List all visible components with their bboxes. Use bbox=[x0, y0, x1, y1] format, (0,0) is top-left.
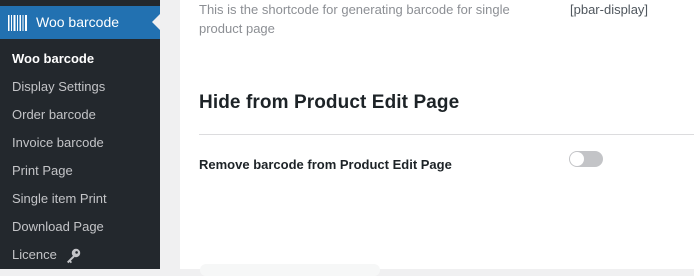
menu-title: Woo barcode bbox=[36, 14, 120, 30]
admin-sidebar: Woo barcode Woo barcode Display Settings… bbox=[0, 0, 160, 269]
submenu-item-label: Single item Print bbox=[12, 191, 107, 206]
submenu-item-woo-barcode[interactable]: Woo barcode bbox=[0, 45, 160, 73]
shortcode-description: This is the shortcode for generating bar… bbox=[199, 2, 510, 36]
remove-barcode-label: Remove barcode from Product Edit Page bbox=[199, 157, 452, 172]
submenu-item-print-page[interactable]: Print Page bbox=[0, 157, 160, 185]
submenu-item-label: Invoice barcode bbox=[12, 135, 104, 150]
submenu-item-display-settings[interactable]: Display Settings bbox=[0, 73, 160, 101]
submenu-item-label: Display Settings bbox=[12, 79, 106, 94]
submenu-item-label: Print Page bbox=[12, 163, 73, 178]
remove-barcode-toggle[interactable] bbox=[569, 151, 603, 167]
submenu-item-label: Download Page bbox=[12, 219, 104, 234]
submenu-item-invoice-barcode[interactable]: Invoice barcode bbox=[0, 129, 160, 157]
current-menu-arrow bbox=[152, 14, 160, 30]
toggle-knob bbox=[570, 152, 584, 166]
submenu-item-order-barcode[interactable]: Order barcode bbox=[0, 101, 160, 129]
section-title: Hide from Product Edit Page bbox=[199, 92, 460, 113]
save-button-partial[interactable] bbox=[200, 264, 380, 276]
submenu-item-label: Licence bbox=[12, 247, 57, 262]
barcode-icon bbox=[8, 15, 27, 31]
submenu-item-licence[interactable]: Licence bbox=[0, 241, 160, 269]
submenu: Woo barcode Display Settings Order barco… bbox=[0, 45, 160, 269]
shortcode-value: [pbar-display] bbox=[570, 2, 649, 17]
submenu-item-single-item-print[interactable]: Single item Print bbox=[0, 185, 160, 213]
key-icon bbox=[67, 248, 81, 263]
main-content: This is the shortcode for generating bar… bbox=[160, 0, 694, 276]
section-divider bbox=[199, 134, 694, 135]
submenu-item-label: Order barcode bbox=[12, 107, 96, 122]
woo-barcode-menu[interactable]: Woo barcode bbox=[0, 6, 160, 39]
submenu-item-download-page[interactable]: Download Page bbox=[0, 213, 160, 241]
submenu-item-label: Woo barcode bbox=[12, 51, 95, 66]
